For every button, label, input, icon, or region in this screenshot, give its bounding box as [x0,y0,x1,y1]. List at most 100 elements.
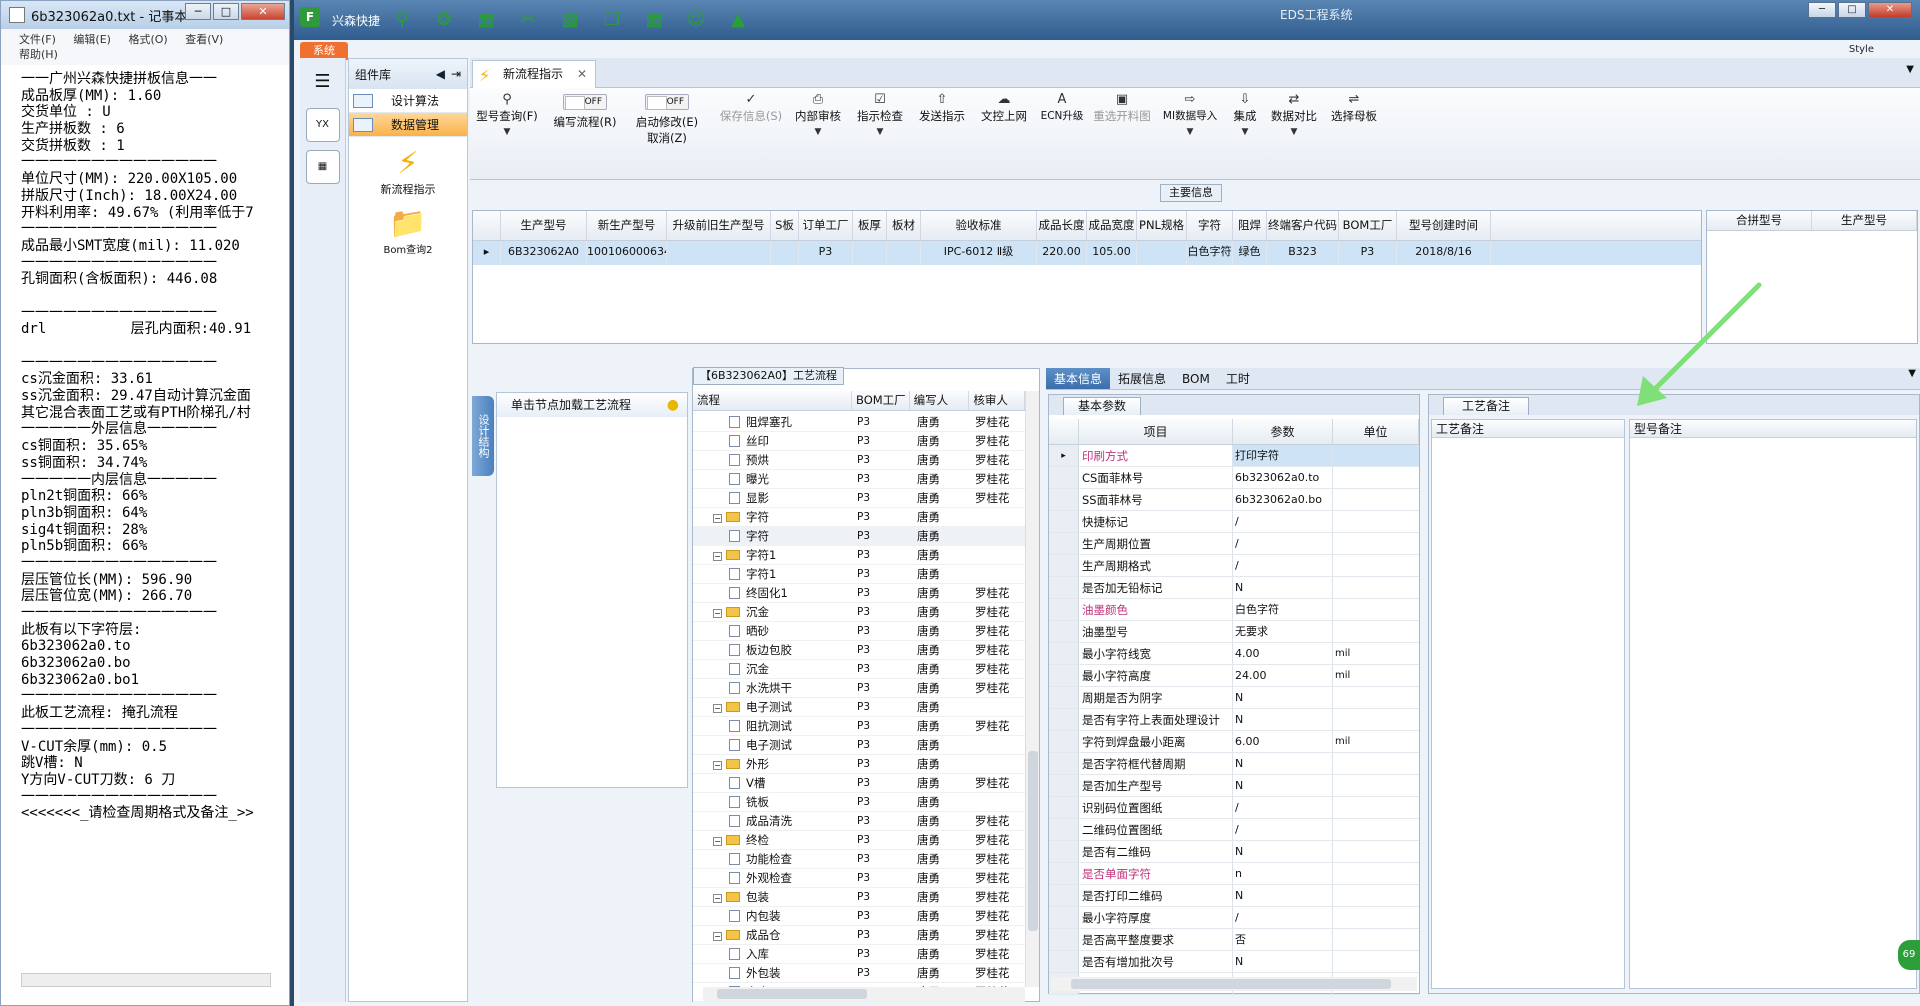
param-value[interactable]: / [1233,533,1333,554]
table-cell[interactable]: 2018/8/16 [1397,241,1491,265]
tool-bom-query[interactable]: 📁 Bom查询2 [349,207,467,257]
tree-node-label[interactable]: 外包装 [693,964,853,982]
param-row[interactable]: 是否字符框代替周期 N [1049,753,1419,775]
status-badge[interactable]: 69 [1898,940,1920,970]
column-header[interactable]: 升级前旧生产型号 [667,211,771,240]
pin-icon[interactable]: ⇥ [451,67,461,81]
table-cell[interactable] [1137,241,1187,265]
column-header[interactable]: 核审人 [969,391,1025,410]
table-cell[interactable]: 白色字符 [1187,241,1233,265]
craft-notes-caption[interactable]: 工艺备注 [1443,397,1530,415]
column-header[interactable]: 生产型号 [1812,211,1917,230]
cancel-button[interactable]: 取消(Z) [630,130,704,146]
param-row[interactable]: 快捷标记 / [1049,511,1419,533]
design-structure-tab[interactable]: 设计结构 [472,396,494,476]
close-button[interactable]: ✕ [241,3,285,20]
tree-row[interactable]: − 终检 P3 唐勇 罗桂花 [693,831,1025,850]
tree-row[interactable]: 晒砂 P3 唐勇 罗桂花 [693,622,1025,641]
column-header[interactable]: 生产型号 [501,211,587,240]
table-cell[interactable] [771,241,799,265]
column-header[interactable]: 板厚 [853,211,887,240]
collapse-icon[interactable]: − [713,932,722,941]
tree-node-label[interactable]: 成品清洗 [693,812,853,830]
app-maximize-button[interactable]: □ [1838,2,1866,18]
collapse-icon[interactable]: − [713,514,722,523]
param-row[interactable]: 最小字符高度 24.00 mil [1049,665,1419,687]
chart-icon[interactable]: ▲ [726,8,750,32]
param-row[interactable]: 是否加无铅标记 N [1049,577,1419,599]
tree-node-label[interactable]: 功能检查 [693,850,853,868]
tree-row[interactable]: 字符1 P3 唐勇 [693,565,1025,584]
param-row[interactable]: 是否打印二维码 N [1049,885,1419,907]
collapse-icon[interactable]: − [713,704,722,713]
tree-row[interactable]: − 字符 P3 唐勇 [693,508,1025,527]
app-minimize-button[interactable]: ─ [1808,2,1836,18]
param-value[interactable]: / [1233,907,1333,928]
tree-row[interactable]: 水洗烘干 P3 唐勇 罗桂花 [693,679,1025,698]
app-close-button[interactable]: ✕ [1868,2,1912,18]
menu-help[interactable]: 帮助(H) [19,48,58,61]
collapse-icon[interactable]: − [713,609,722,618]
collapse-icon[interactable]: − [713,552,722,561]
tree-node-label[interactable]: 显影 [693,489,853,507]
param-row[interactable]: 最小字符线宽 4.00 mil [1049,643,1419,665]
tree-node-label[interactable]: 板边包胶 [693,641,853,659]
tab-extended-info[interactable]: 拓展信息 [1110,368,1174,389]
column-header[interactable]: S板 [771,211,799,240]
table-cell[interactable]: 220.00 [1037,241,1087,265]
tree-row[interactable]: 内包装 P3 唐勇 罗桂花 [693,907,1025,926]
tree-row[interactable]: − 电子测试 P3 唐勇 [693,698,1025,717]
save-info-button[interactable]: ✓ 保存信息(S) [716,92,786,124]
param-value[interactable]: / [1233,819,1333,840]
param-value[interactable]: / [1233,797,1333,818]
collapse-left-icon[interactable]: ◀ [436,67,445,81]
tree-node-label[interactable]: − 包装 [693,888,853,906]
param-row[interactable]: 二维码位置图纸 / [1049,819,1419,841]
mi-data-import-button[interactable]: ⇨ MI数据导入 ▼ [1158,92,1222,140]
tree-node-label[interactable]: 入库 [693,945,853,963]
select-mother-board-button[interactable]: ⇌ 选择母板 [1326,92,1382,124]
table-icon[interactable]: ▦ [642,8,666,32]
column-header[interactable]: 成品长度 [1037,211,1087,240]
style-menu[interactable]: Style [1849,44,1874,55]
tree-row[interactable]: 曝光 P3 唐勇 罗桂花 [693,470,1025,489]
integrate-button[interactable]: ⇩ 集成 ▼ [1228,92,1262,140]
tabs-dropdown-icon[interactable]: ▼ [1908,368,1916,379]
tree-row[interactable]: 终固化1 P3 唐勇 罗桂花 [693,584,1025,603]
column-header[interactable]: 板材 [887,211,921,240]
menu-edit[interactable]: 编辑(E) [73,33,111,46]
grid-icon[interactable]: ▦ [474,8,498,32]
param-value[interactable]: N [1233,577,1333,598]
flow-hscrollbar[interactable] [703,987,1025,1001]
tree-node-label[interactable]: 阻抗测试 [693,717,853,735]
param-row[interactable]: 是否有字符上表面处理设计 N [1049,709,1419,731]
param-row[interactable]: 油墨型号 无要求 [1049,621,1419,643]
tree-node-label[interactable]: 终固化1 [693,584,853,602]
data-compare-button[interactable]: ⇄ 数据对比 ▼ [1266,92,1322,140]
param-row[interactable]: 油墨颜色 白色字符 [1049,599,1419,621]
tree-node-label[interactable]: 丝印 [693,432,853,450]
param-value[interactable]: N [1233,885,1333,906]
param-row[interactable]: 是否单面字符 n [1049,863,1419,885]
tree-row[interactable]: − 沉金 P3 唐勇 罗桂花 [693,603,1025,622]
param-row[interactable]: ▸ 印刷方式 打印字符 [1049,445,1419,467]
tree-row[interactable]: − 包装 P3 唐勇 罗桂花 [693,888,1025,907]
tree-row[interactable]: 铣板 P3 唐勇 [693,793,1025,812]
tree-row[interactable]: 沉金 P3 唐勇 罗桂花 [693,660,1025,679]
column-header[interactable]: BOM工厂 [852,391,910,410]
param-value[interactable]: 否 [1233,929,1333,950]
column-header[interactable]: 单位 [1333,419,1419,444]
tree-row[interactable]: 电子测试 P3 唐勇 [693,736,1025,755]
param-row[interactable]: 生产周期格式 / [1049,555,1419,577]
tree-row[interactable]: 外包装 P3 唐勇 罗桂花 [693,964,1025,983]
table-cell[interactable]: 绿色 [1233,241,1267,265]
user-icon[interactable]: ☺ [684,8,708,32]
param-value[interactable]: n [1233,863,1333,884]
param-value[interactable]: N [1233,775,1333,796]
close-tab-icon[interactable]: ✕ [577,61,587,87]
param-value[interactable]: 6.00 [1233,731,1333,752]
param-value[interactable]: 4.00 [1233,643,1333,664]
instruction-check-button[interactable]: ☑ 指示检查 ▼ [852,92,908,140]
param-row[interactable]: CS面菲林号 6b323062a0.to [1049,467,1419,489]
column-header[interactable]: PNL规格 [1137,211,1187,240]
